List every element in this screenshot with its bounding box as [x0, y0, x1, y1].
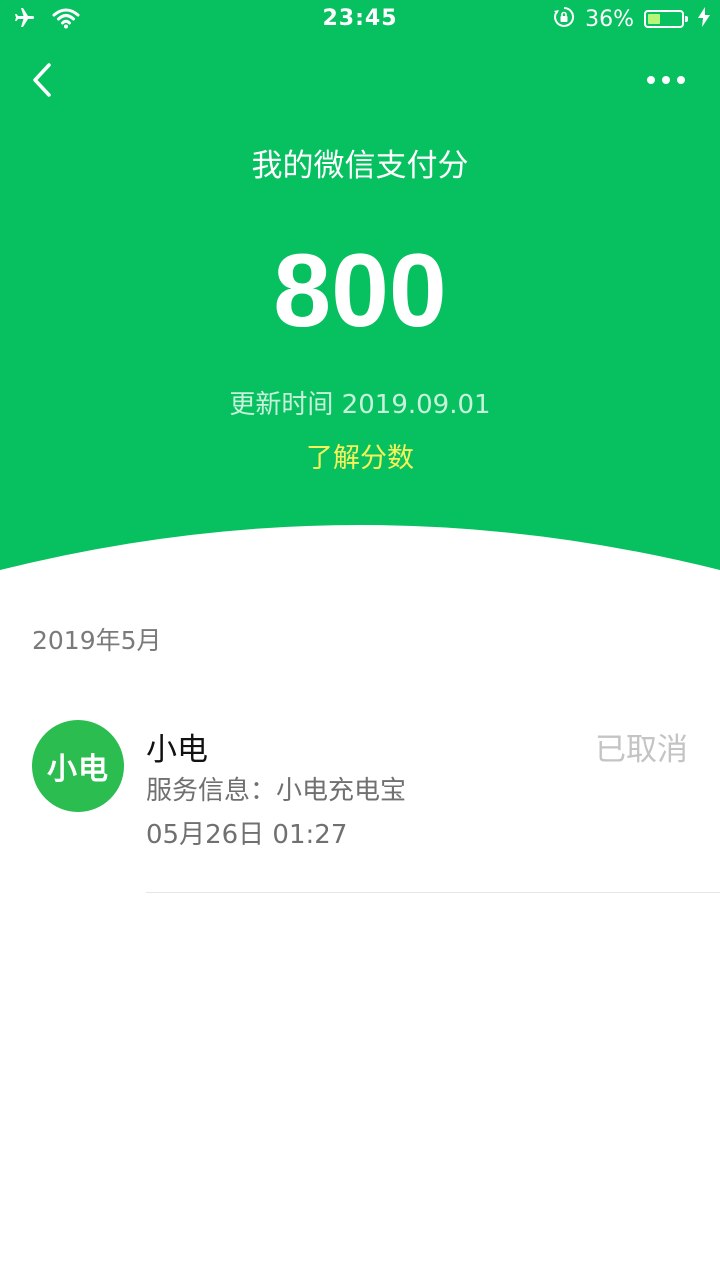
status-badge: 已取消 [595, 732, 688, 768]
divider [146, 892, 720, 893]
rotation-lock-icon [553, 6, 575, 32]
screen: 23:45 36% 我的微信支付分 800 更新时间 2019.09.01 了解… [0, 0, 720, 1280]
month-label: 2019年5月 [32, 626, 162, 655]
status-bar: 23:45 36% [0, 0, 720, 40]
page-title: 我的微信支付分 [251, 148, 469, 184]
record-time: 05月26日 01:27 [146, 820, 348, 850]
battery-icon [644, 10, 688, 28]
record-service: 服务信息：小电充电宝 [146, 776, 407, 806]
battery-percent: 36% [585, 6, 634, 32]
back-button[interactable] [22, 58, 62, 102]
update-time: 更新时间 2019.09.01 [229, 390, 491, 420]
more-dots-icon [647, 76, 685, 84]
charging-icon [698, 7, 710, 31]
more-button[interactable] [638, 62, 694, 98]
header-curve [0, 525, 720, 590]
score-value: 800 [273, 233, 447, 349]
avatar: 小电 [32, 720, 124, 812]
learn-score-link[interactable]: 了解分数 [0, 436, 720, 475]
list-item[interactable]: 小电 小电 服务信息：小电充电宝 05月26日 01:27 已取消 [0, 700, 720, 894]
record-name: 小电 [146, 732, 208, 768]
chevron-left-icon [33, 63, 51, 97]
